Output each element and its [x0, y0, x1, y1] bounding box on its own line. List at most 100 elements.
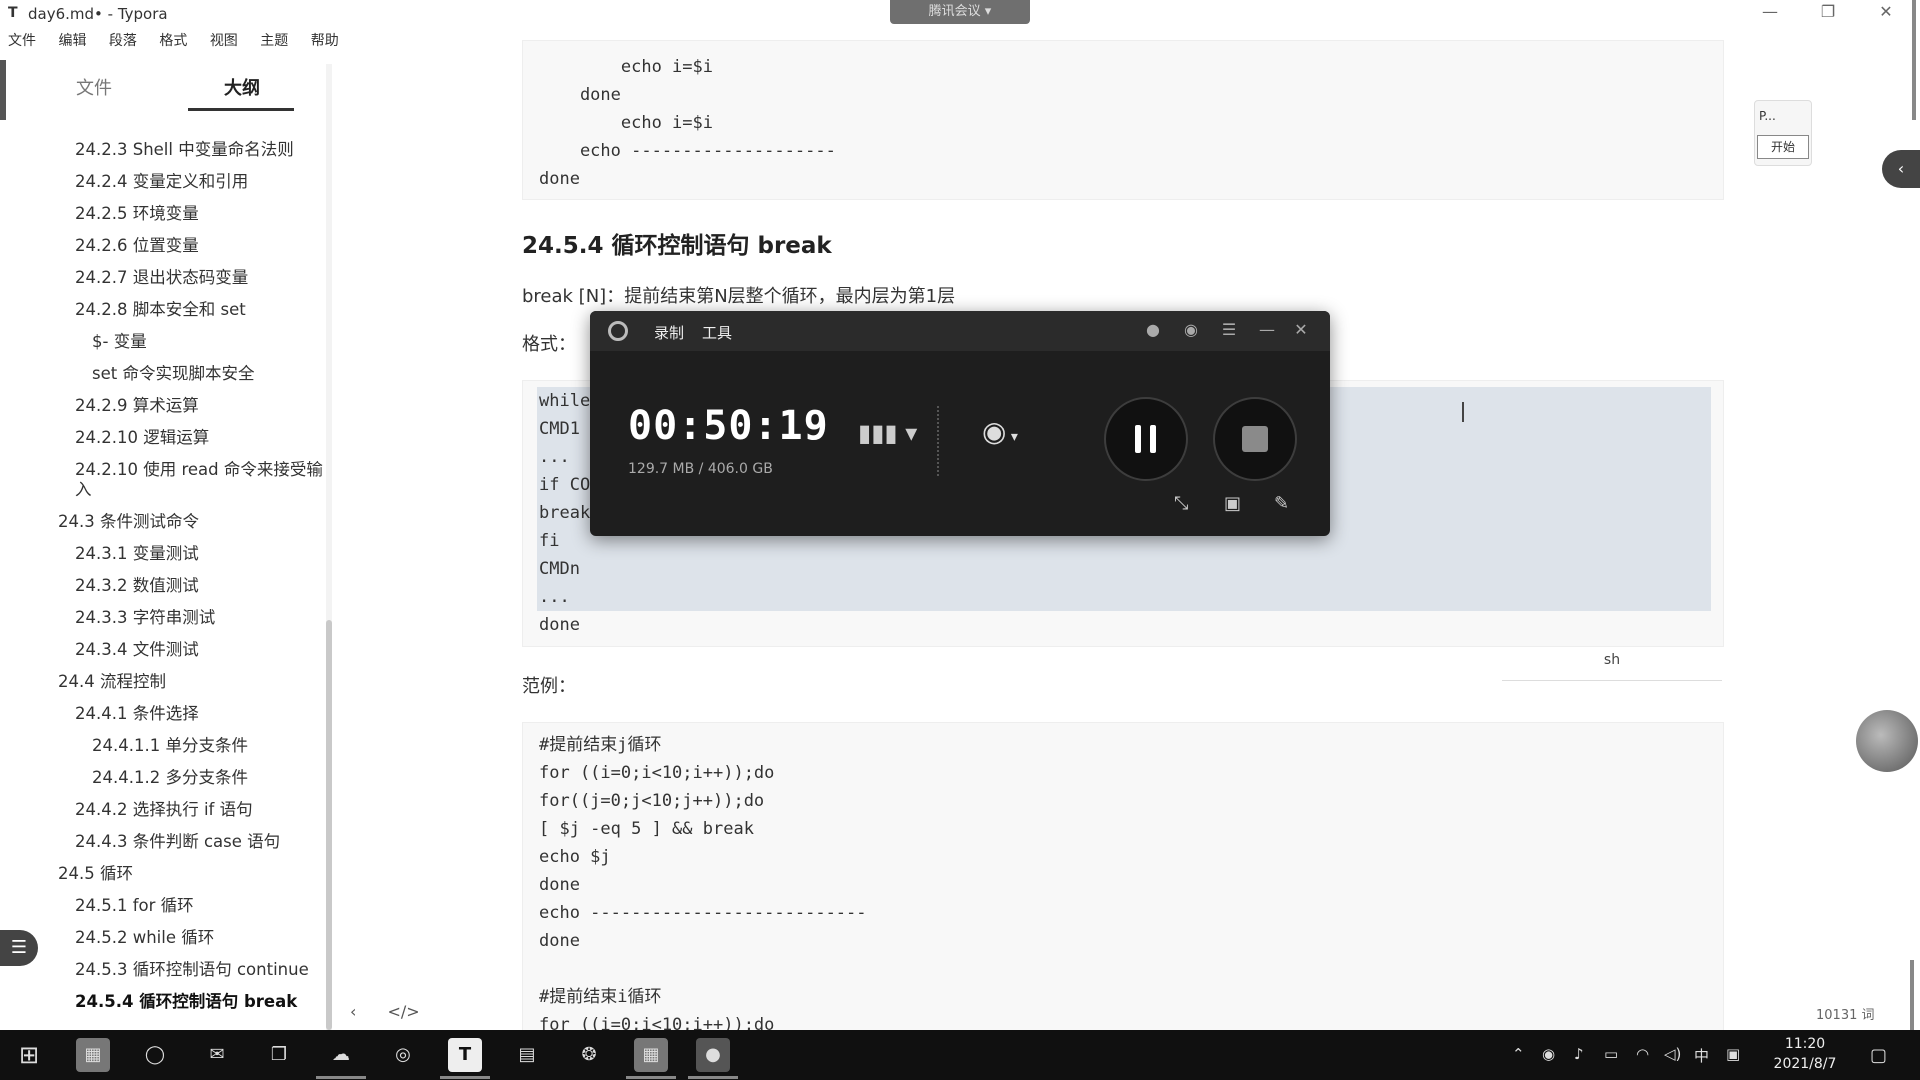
tab-files[interactable]: 文件 — [76, 74, 112, 100]
taskbar-image-icon[interactable]: ▦ — [634, 1038, 668, 1072]
pen-icon[interactable]: ✎ — [1274, 493, 1289, 514]
windows-start-icon[interactable]: ⊞ — [12, 1038, 46, 1072]
close-button[interactable]: ✕ — [1866, 2, 1906, 26]
outline-item[interactable]: 24.4.3 条件判断 case 语句 — [8, 826, 328, 858]
outline-item[interactable]: 24.2.4 变量定义和引用 — [8, 166, 328, 198]
outline-item[interactable]: 24.3 条件测试命令 — [8, 506, 328, 538]
widget-start-button[interactable]: 开始 — [1757, 135, 1809, 159]
minimize-button[interactable]: — — [1750, 2, 1790, 26]
user-icon[interactable]: ● — [1142, 320, 1164, 342]
outline-item[interactable]: 24.2.3 Shell 中变量命名法则 — [8, 134, 328, 166]
outline-item[interactable]: 24.2.8 脚本安全和 set — [8, 294, 328, 326]
toggle-sidebar-icon[interactable]: ‹ — [350, 1002, 356, 1021]
outline-item[interactable]: 24.4.1.1 单分支条件 — [8, 730, 328, 762]
restore-button[interactable]: ❐ — [1808, 2, 1848, 26]
recorder-tab-record[interactable]: 录制 — [654, 322, 684, 343]
code-language-input[interactable]: sh — [1502, 652, 1722, 681]
outline-item[interactable]: 24.2.5 环境变量 — [8, 198, 328, 230]
recorder-logo-icon — [608, 321, 628, 341]
shrink-icon[interactable]: ⤡ — [1174, 493, 1188, 514]
stop-button[interactable] — [1213, 397, 1297, 481]
taskbar-wechat-icon[interactable]: ✉ — [200, 1038, 234, 1072]
menu-paragraph[interactable]: 段落 — [109, 30, 137, 50]
outline-item[interactable]: 24.3.3 字符串测试 — [8, 602, 328, 634]
outline-item[interactable]: 24.3.4 文件测试 — [8, 634, 328, 666]
code-line: if CO — [539, 475, 591, 495]
right-scroll-thumb-top[interactable] — [1912, 0, 1916, 120]
taskbar-active-indicator — [688, 1076, 738, 1079]
tray-volume-icon[interactable]: ◁) — [1664, 1045, 1681, 1063]
taskbar-folder-icon[interactable]: ▤ — [510, 1038, 544, 1072]
taskbar-app-icon[interactable]: ❂ — [572, 1038, 606, 1072]
code-line: for ((i=0;i<10;i++));do — [539, 763, 775, 783]
outline-list: 24.2.3 Shell 中变量命名法则 24.2.4 变量定义和引用 24.2.5… — [8, 134, 328, 1018]
webcam-icon[interactable]: ◉ ▾ — [982, 415, 1018, 448]
outline-item[interactable]: 24.2.7 退出状态码变量 — [8, 262, 328, 294]
menu-help[interactable]: 帮助 — [311, 30, 339, 50]
outline-item[interactable]: 24.4.1 条件选择 — [8, 698, 328, 730]
outline-item[interactable]: 24.2.10 逻辑运算 — [8, 422, 328, 454]
code-block-example[interactable]: #提前结束j循环 for ((i=0;i<10;i++));do for((j=0;… — [522, 722, 1724, 1035]
taskbar-typora-icon[interactable]: T — [448, 1038, 482, 1072]
pause-button[interactable] — [1104, 397, 1188, 481]
taskbar-browser-icon[interactable]: ◎ — [386, 1038, 420, 1072]
sidebar-scrollbar[interactable] — [326, 620, 332, 1030]
code-line: done — [539, 931, 580, 951]
code-line: #提前结束i循环 — [539, 987, 662, 1007]
outline-item[interactable]: 24.3.2 数值测试 — [8, 570, 328, 602]
code-block-top-lines: echo i=$i done echo i=$i echo ----------… — [523, 41, 1723, 205]
outline-item[interactable]: 24.5.3 循环控制语句 continue — [8, 954, 328, 986]
outline-item[interactable]: 24.3.1 变量测试 — [8, 538, 328, 570]
outline-item[interactable]: 24.4 流程控制 — [8, 666, 328, 698]
taskbar-drive-icon[interactable]: ☁ — [324, 1038, 358, 1072]
tray-wifi-icon[interactable]: ◠ — [1636, 1045, 1649, 1063]
taskbar-search-icon[interactable]: ◯ — [138, 1038, 172, 1072]
tray-app-icon[interactable]: ▣ — [1726, 1045, 1740, 1063]
tab-outline[interactable]: 大纲 — [224, 74, 260, 100]
tray-camera-icon[interactable]: ◉ — [1542, 1045, 1555, 1063]
code-line: done — [539, 169, 580, 189]
chat-icon[interactable]: ◉ — [1180, 320, 1202, 342]
audio-wave-icon[interactable]: ▮▮▮ ▾ — [858, 419, 917, 447]
sidebar-toggle-button[interactable]: ☰ — [0, 930, 38, 966]
recorder-tab-tools[interactable]: 工具 — [702, 322, 732, 343]
outline-item[interactable]: 24.2.9 算术运算 — [8, 390, 328, 422]
camera-icon[interactable]: ▣ — [1224, 493, 1241, 514]
code-line: CMD1 — [539, 419, 580, 439]
outline-item[interactable]: $- 变量 — [8, 326, 328, 358]
menu-icon[interactable]: ☰ — [1218, 320, 1240, 342]
outline-item[interactable]: 24.5.1 for 循环 — [8, 890, 328, 922]
close-icon[interactable]: ✕ — [1290, 320, 1312, 342]
outline-item[interactable]: 24.4.2 选择执行 if 语句 — [8, 794, 328, 826]
word-count[interactable]: 10131 词 — [1816, 1004, 1875, 1023]
minimize-icon[interactable]: — — [1256, 320, 1278, 342]
outline-item[interactable]: set 命令实现脚本安全 — [8, 358, 328, 390]
outline-item[interactable]: 24.5.4 循环控制语句 break — [8, 986, 328, 1018]
source-code-mode-icon[interactable]: </> — [388, 1002, 420, 1021]
notification-icon[interactable]: ▢ — [1870, 1045, 1887, 1066]
outline-item[interactable]: 24.4.1.2 多分支条件 — [8, 762, 328, 794]
outline-item[interactable]: 24.5.2 while 循环 — [8, 922, 328, 954]
collapse-panel-button[interactable]: ‹ — [1882, 150, 1920, 188]
outline-item[interactable]: 24.5 循环 — [8, 858, 328, 890]
taskbar-app-image-icon[interactable]: ▦ — [76, 1038, 110, 1072]
taskbar-active-indicator — [626, 1076, 676, 1079]
menu-format[interactable]: 格式 — [159, 30, 187, 50]
taskbar-clock[interactable]: 11:20 2021/8/7 — [1760, 1034, 1850, 1074]
menu-theme[interactable]: 主题 — [260, 30, 288, 50]
taskbar-copy-icon[interactable]: ❐ — [262, 1038, 296, 1072]
code-block-top[interactable]: echo i=$i done echo i=$i echo ----------… — [522, 40, 1724, 200]
avatar[interactable] — [1856, 710, 1918, 772]
meeting-tab[interactable]: 腾讯会议 ▾ — [890, 0, 1030, 24]
taskbar-recorder-icon[interactable]: ● — [696, 1038, 730, 1072]
outline-item[interactable]: 24.2.10 使用 read 命令来接受输入 — [8, 454, 328, 506]
menu-edit[interactable]: 编辑 — [58, 30, 86, 50]
menu-view[interactable]: 视图 — [210, 30, 238, 50]
outline-item[interactable]: 24.2.6 位置变量 — [8, 230, 328, 262]
tray-chevron-icon[interactable]: ⌃ — [1512, 1045, 1525, 1063]
menu-file[interactable]: 文件 — [8, 30, 36, 50]
tray-ime-indicator[interactable]: 中 — [1694, 1045, 1709, 1066]
tray-mic-icon[interactable]: ♪ — [1574, 1045, 1584, 1063]
tray-battery-icon[interactable]: ▭ — [1604, 1045, 1618, 1063]
right-scrollbar[interactable] — [1910, 960, 1914, 1030]
